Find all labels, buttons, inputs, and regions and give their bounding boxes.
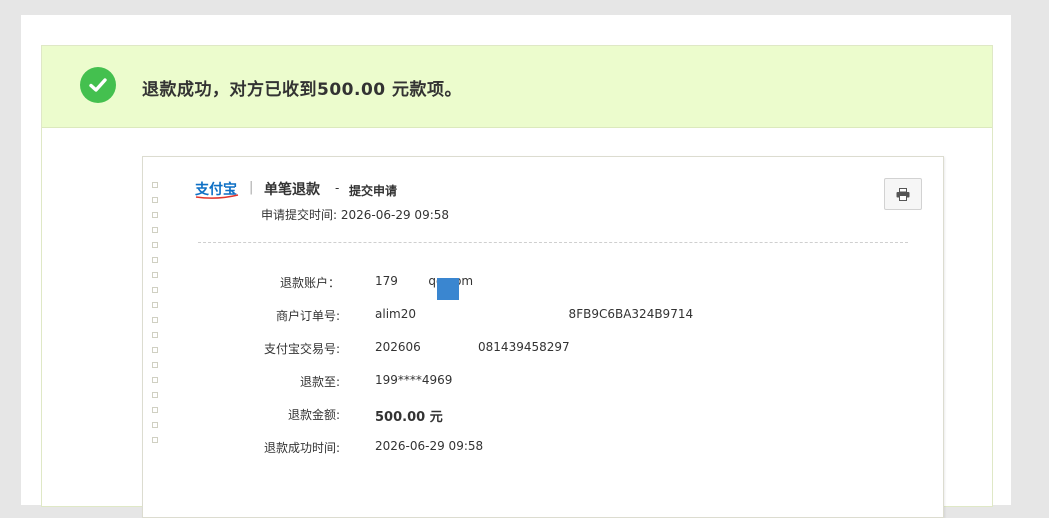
refund-receipt: 支付宝 | 单笔退款 - 提交申请 申请提交时间: 2026-06-29 09:…: [142, 156, 944, 518]
detail-value: 2026-06-29 09:58: [375, 439, 484, 453]
success-message: 退款成功，对方已收到500.00 元款项。: [142, 75, 462, 100]
detail-row-refund-to: 退款至: 199****4969: [143, 373, 943, 393]
refund-amount: 500.00: [317, 80, 386, 100]
submit-time-value: 2026-06-29 09:58: [340, 208, 450, 222]
detail-value: 500.00 元: [375, 410, 443, 425]
redaction-block: [437, 278, 459, 300]
detail-label: 退款账户：: [279, 276, 340, 290]
success-banner: 退款成功，对方已收到500.00 元款项。: [42, 46, 992, 128]
receipt-stage: 提交申请: [349, 184, 398, 198]
success-message-suffix: 元款项。: [385, 80, 463, 100]
detail-label: 退款成功时间:: [263, 441, 340, 455]
detail-row-refund-account: 退款账户： 179 qq.com: [143, 274, 943, 294]
perforation-hole: [152, 182, 158, 188]
header-separator: |: [249, 180, 254, 195]
perforation-hole: [152, 257, 158, 263]
detail-value: 202606 081439458297: [375, 340, 570, 354]
perforation-hole: [152, 212, 158, 218]
perforation-hole: [152, 362, 158, 368]
detail-row-trade-number: 支付宝交易号: 202606 081439458297: [143, 340, 943, 360]
result-panel: 退款成功，对方已收到500.00 元款项。 支付宝 | 单笔退款 - 提交申请 …: [41, 45, 993, 518]
receipt-type-title: 单笔退款: [264, 182, 320, 198]
perforation-hole: [152, 227, 158, 233]
printer-icon: [896, 187, 910, 201]
success-message-prefix: 退款成功，对方已收到: [142, 80, 317, 100]
page-background: 退款成功，对方已收到500.00 元款项。 支付宝 | 单笔退款 - 提交申请 …: [21, 15, 1011, 518]
alipay-logo-swoosh: [195, 194, 239, 199]
detail-label: 退款金额:: [287, 408, 340, 422]
submit-time: 申请提交时间: 2026-06-29 09:58: [261, 206, 449, 223]
perforation-hole: [152, 242, 158, 248]
detail-row-refund-amount: 退款金额: 500.00 元: [143, 406, 943, 426]
header-divider: [198, 242, 908, 243]
detail-label: 商户订单号:: [275, 309, 340, 323]
detail-value: alim20 8FB9C6BA324B9714: [375, 307, 694, 321]
detail-label: 支付宝交易号:: [263, 342, 340, 356]
detail-row-success-time: 退款成功时间: 2026-06-29 09:58: [143, 439, 943, 459]
detail-value: 199****4969: [375, 373, 453, 387]
check-circle-icon: [80, 67, 116, 103]
header-dash: -: [335, 181, 340, 195]
submit-time-label: 申请提交时间:: [261, 208, 338, 222]
detail-label: 退款至:: [299, 375, 340, 389]
detail-row-merchant-order: 商户订单号: alim20 8FB9C6BA324B9714: [143, 307, 943, 327]
print-button[interactable]: [884, 178, 922, 210]
perforation-hole: [152, 332, 158, 338]
perforation-hole: [152, 197, 158, 203]
